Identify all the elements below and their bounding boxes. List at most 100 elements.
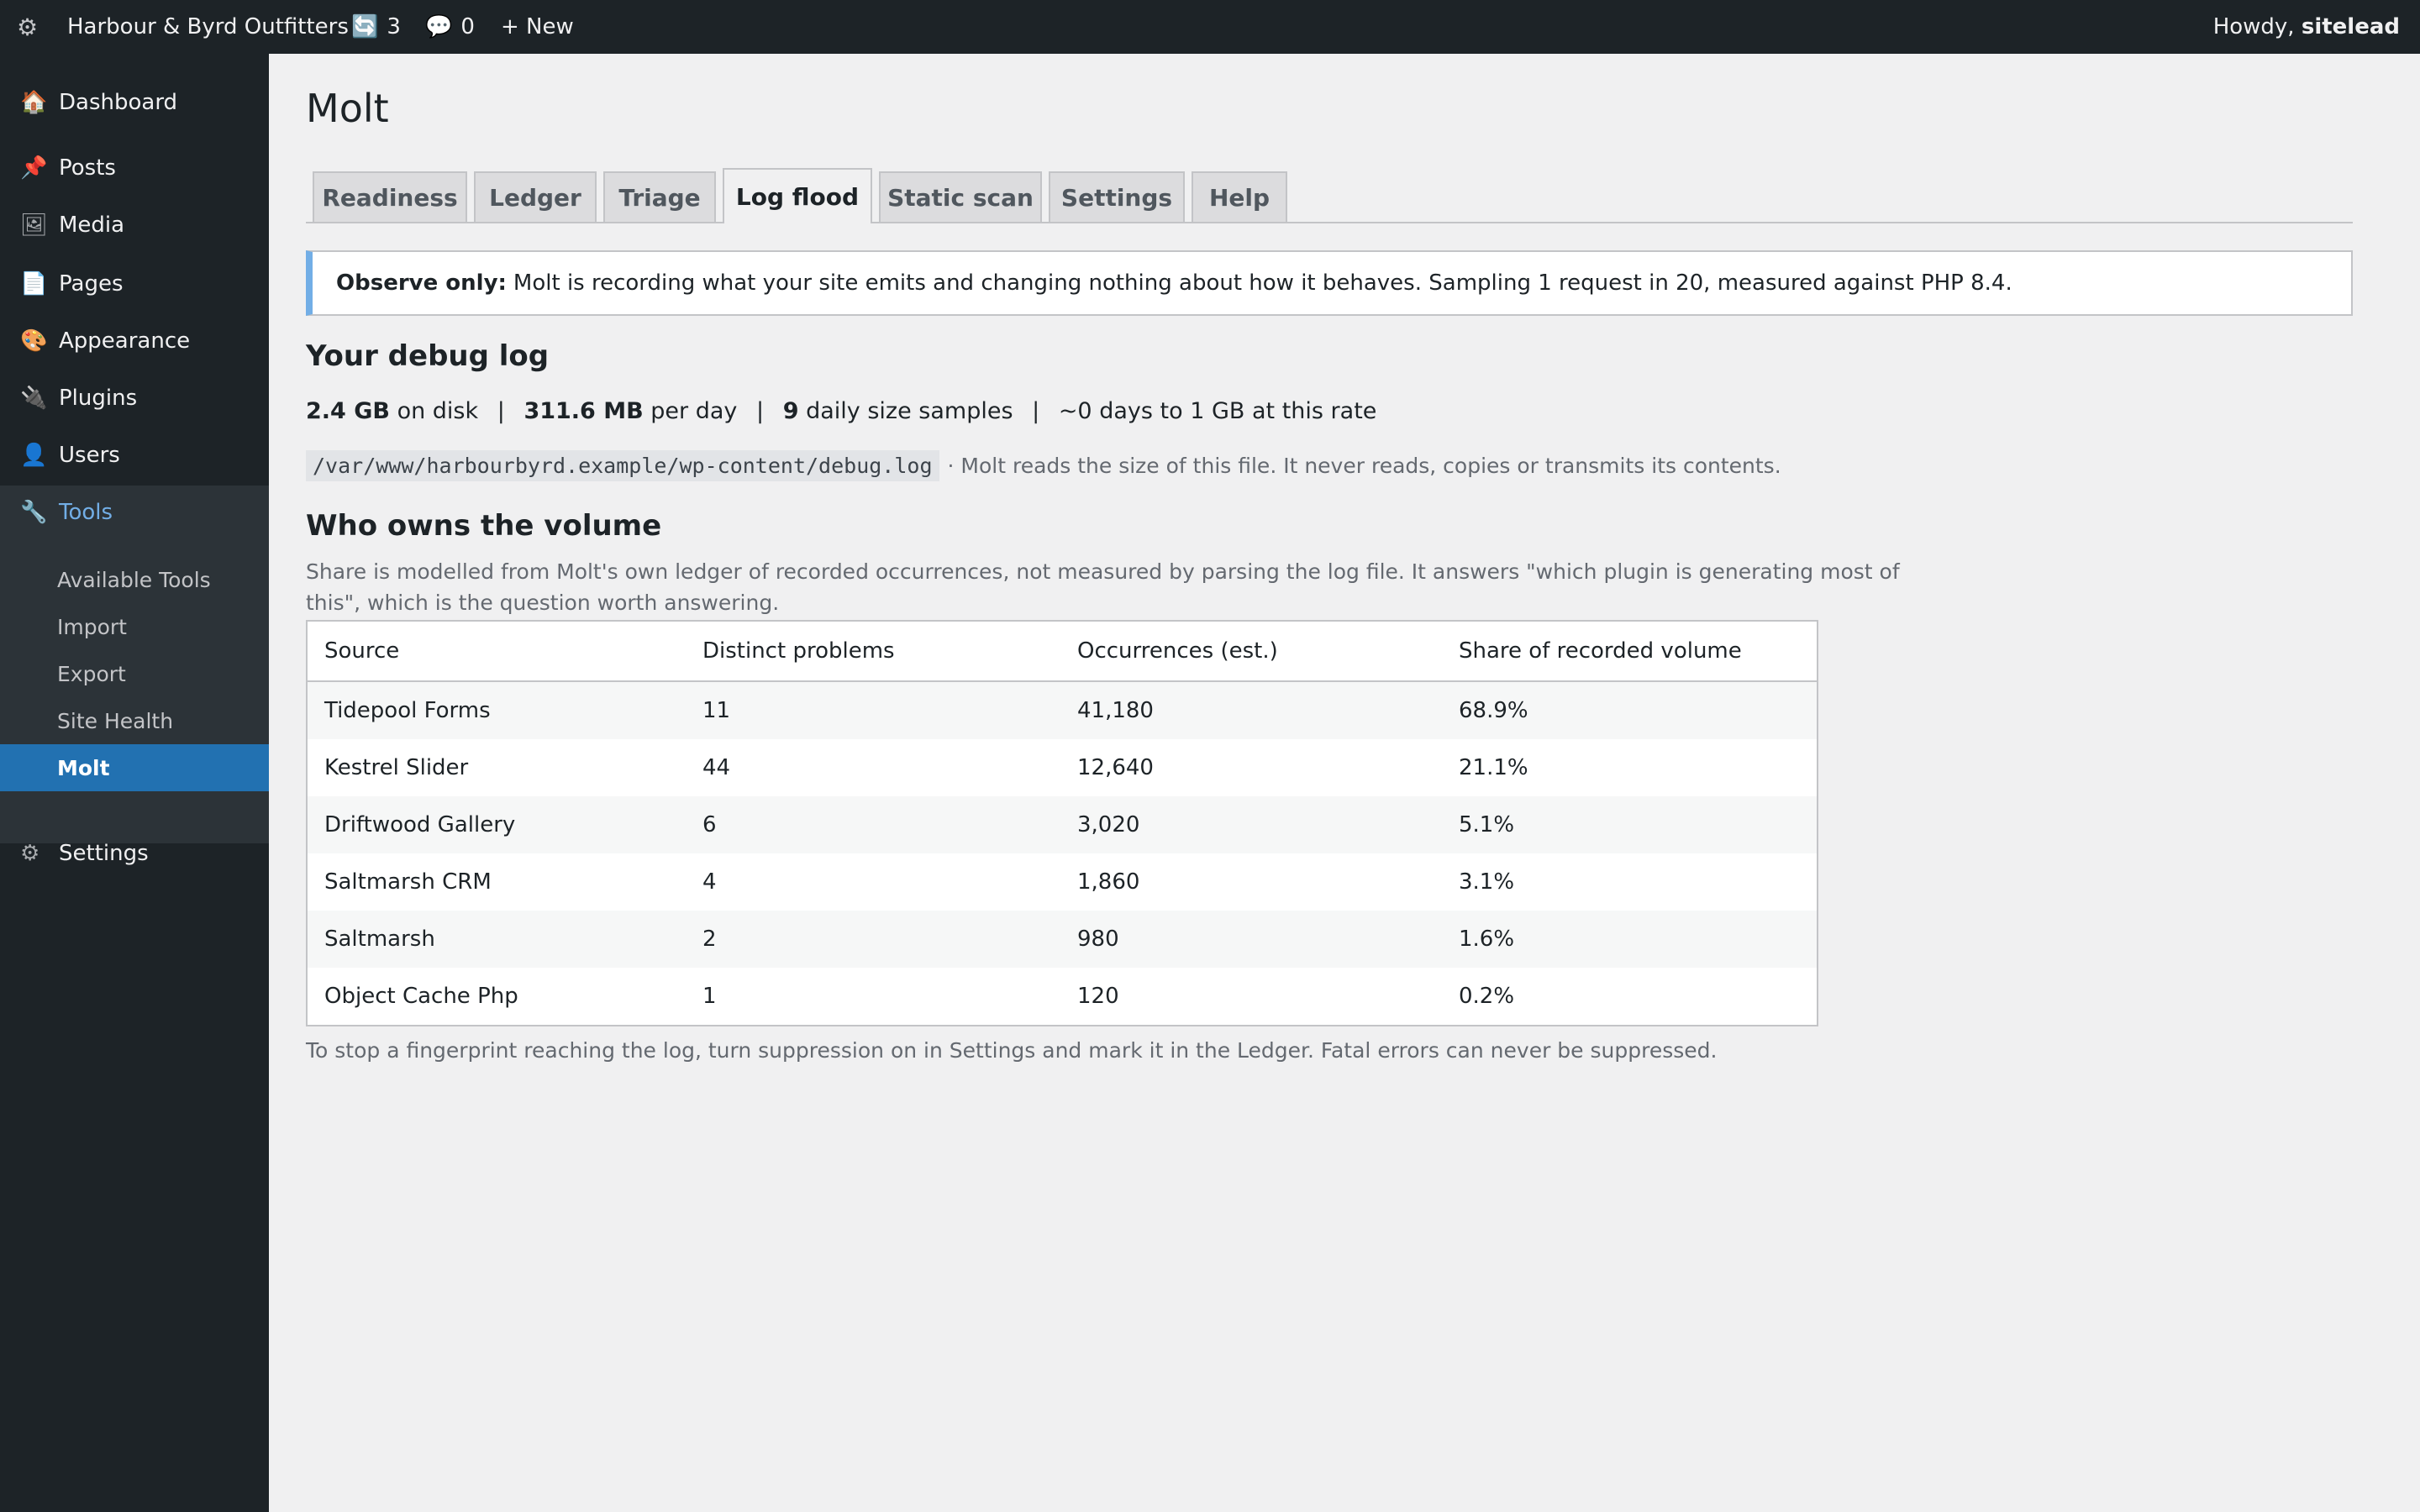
palette-icon: 🎨 [20, 328, 48, 354]
tab-settings[interactable]: Settings [1049, 171, 1185, 222]
occurrences-cell: 41,180 [1077, 698, 1154, 723]
share-cell: 68.9% [1459, 698, 1528, 723]
sidebar-item-label: Plugins [59, 386, 138, 411]
updates-icon: 🔄 [351, 14, 379, 39]
samples-value: 9 [782, 398, 799, 424]
account-menu[interactable]: Howdy, sitelead [2213, 0, 2400, 54]
debug-log-stats: 2.4 GB on disk | 311.6 MB per day | 9 da… [306, 398, 1376, 424]
distinct-cell: 4 [702, 869, 717, 895]
occurrences-cell: 120 [1077, 984, 1119, 1009]
wrench-icon: 🔧 [20, 500, 48, 525]
tab-help[interactable]: Help [1192, 171, 1287, 222]
source-cell: Saltmarsh CRM [324, 869, 492, 895]
source-cell: Object Cache Php [324, 984, 518, 1009]
log-size-value: 2.4 GB [306, 398, 390, 424]
table-row: Object Cache Php 1 120 0.2% [308, 968, 1817, 1025]
log-rate-suffix: per day [650, 398, 738, 424]
projection-text: ~0 days to 1 GB at this rate [1058, 398, 1377, 424]
distinct-cell: 44 [702, 755, 731, 780]
notice-text: Molt is recording what your site emits a… [513, 270, 2012, 296]
sidebar-item-label: Media [59, 213, 125, 238]
column-header-source: Source [308, 622, 686, 682]
sidebar-item-appearance[interactable]: 🎨 Appearance [0, 314, 269, 368]
table-row: Saltmarsh 2 980 1.6% [308, 911, 1817, 968]
occurrences-cell: 980 [1077, 927, 1119, 952]
suppression-footnote: To stop a fingerprint reaching the log, … [306, 1038, 1718, 1063]
submenu-item-available-tools[interactable]: Available Tools [0, 556, 269, 603]
sidebar-item-dashboard[interactable]: 🏠 Dashboard [0, 76, 269, 129]
distinct-cell: 11 [702, 698, 731, 723]
column-header-distinct-problems: Distinct problems [686, 622, 1060, 682]
source-cell: Saltmarsh [324, 927, 435, 952]
comments-count: 0 [460, 14, 475, 39]
table-row: Driftwood Gallery 6 3,020 5.1% [308, 796, 1817, 853]
comments-link[interactable]: 💬 0 [425, 0, 475, 54]
sidebar-item-media[interactable]: 🖼 Media [0, 198, 269, 252]
samples-suffix: daily size samples [806, 398, 1013, 424]
page-title: Molt [306, 86, 389, 131]
submenu-item-import[interactable]: Import [0, 603, 269, 650]
site-name-link[interactable]: Harbour & Byrd Outfitters [67, 0, 349, 54]
observe-notice: Observe only: Molt is recording what you… [306, 250, 2353, 316]
new-content-link[interactable]: + New [501, 0, 574, 54]
tools-submenu: Available Tools Import Export Site Healt… [0, 539, 269, 843]
gear-icon: ⚙ [20, 841, 40, 866]
tab-log-flood[interactable]: Log flood [723, 168, 872, 223]
comments-icon: 💬 [425, 14, 453, 39]
sidebar-item-label: Tools [59, 500, 113, 525]
share-cell: 5.1% [1459, 812, 1515, 837]
sidebar-item-label: Settings [59, 841, 149, 866]
submenu-item-site-health[interactable]: Site Health [0, 697, 269, 744]
sidebar-item-label: Pages [59, 271, 124, 297]
share-cell: 3.1% [1459, 869, 1515, 895]
column-header-occurrences: Occurrences (est.) [1060, 622, 1442, 682]
sidebar-item-tools[interactable]: 🔧 Tools [0, 486, 269, 539]
plug-icon: 🔌 [20, 386, 48, 411]
tab-static-scan[interactable]: Static scan [879, 171, 1042, 222]
source-cell: Driftwood Gallery [324, 812, 516, 837]
page-icon: 📄 [20, 271, 48, 297]
log-path-line: /var/www/harbourbyrd.example/wp-content/… [306, 450, 1781, 481]
occurrences-cell: 1,860 [1077, 869, 1140, 895]
sidebar-item-plugins[interactable]: 🔌 Plugins [0, 371, 269, 425]
wordpress-logo-icon[interactable]: ⚙ [17, 0, 38, 54]
sidebar-item-label: Posts [59, 155, 116, 181]
submenu-item-export[interactable]: Export [0, 650, 269, 697]
sidebar-item-users[interactable]: 👤 Users [0, 428, 269, 482]
occurrences-cell: 3,020 [1077, 812, 1140, 837]
notice-label: Observe only: [336, 270, 507, 296]
distinct-cell: 6 [702, 812, 717, 837]
sidebar-item-settings[interactable]: ⚙ Settings [0, 827, 269, 880]
table-row: Saltmarsh CRM 4 1,860 3.1% [308, 853, 1817, 911]
distinct-cell: 2 [702, 927, 717, 952]
stats-separator: | [756, 398, 765, 424]
tab-bar: Readiness Ledger Triage Log flood Static… [306, 168, 2353, 223]
updates-link[interactable]: 🔄 3 [351, 0, 401, 54]
debug-log-heading: Your debug log [306, 339, 550, 373]
source-cell: Kestrel Slider [324, 755, 469, 780]
submenu-item-molt[interactable]: Molt [0, 744, 269, 791]
volume-heading: Who owns the volume [306, 509, 662, 543]
table-row: Kestrel Slider 44 12,640 21.1% [308, 739, 1817, 796]
tab-triage[interactable]: Triage [603, 171, 716, 222]
sidebar-item-label: Appearance [59, 328, 191, 354]
distinct-cell: 1 [702, 984, 717, 1009]
tab-ledger[interactable]: Ledger [474, 171, 597, 222]
howdy-label: Howdy, [2212, 14, 2302, 39]
admin-bar: ⚙ Harbour & Byrd Outfitters 🔄 3 💬 0 + Ne… [0, 0, 2420, 54]
log-file-path: /var/www/harbourbyrd.example/wp-content/… [306, 450, 939, 481]
share-cell: 0.2% [1459, 984, 1515, 1009]
stats-separator: | [497, 398, 505, 424]
stats-separator: | [1032, 398, 1040, 424]
media-icon: 🖼 [20, 213, 49, 238]
log-path-note: · Molt reads the size of this file. It n… [947, 454, 1781, 478]
table-header-row: Source Distinct problems Occurrences (es… [308, 622, 1817, 682]
admin-sidebar: 🏠 Dashboard 📌 Posts 🖼 Media 📄 Pages 🎨 Ap… [0, 54, 269, 1512]
sidebar-item-label: Users [59, 443, 120, 468]
updates-count: 3 [387, 14, 401, 39]
sidebar-item-pages[interactable]: 📄 Pages [0, 257, 269, 311]
sidebar-item-posts[interactable]: 📌 Posts [0, 141, 269, 195]
pin-icon: 📌 [20, 155, 48, 181]
source-cell: Tidepool Forms [324, 698, 491, 723]
tab-readiness[interactable]: Readiness [313, 171, 467, 222]
